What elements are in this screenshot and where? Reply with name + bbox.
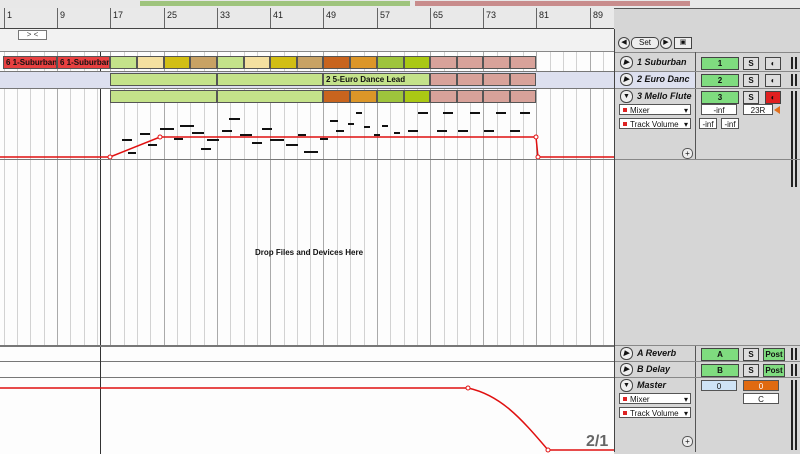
beat-time-ruler[interactable]: 1 9 17 25 33 41 49 57 65 73 81 89 [0,8,614,29]
return-activator-b[interactable]: B [701,364,739,377]
parameter-chooser[interactable]: Track Volume [619,118,691,130]
grip-icon[interactable] [795,74,797,86]
arm-icon[interactable]: ◐ [765,57,781,70]
track-activator-1[interactable]: 1 [701,57,739,70]
grip-icon[interactable] [795,364,797,376]
overview-red-region [415,1,690,6]
arm-icon[interactable]: ◐ [765,74,781,87]
ruler-label: 33 [220,10,231,20]
track-3-volume-automation[interactable] [0,52,614,345]
solo-button[interactable]: S [743,91,759,104]
ruler-label: 73 [486,10,497,20]
ruler-label: 89 [593,10,604,20]
loop-locator-bar[interactable] [0,29,614,52]
track-name: B Delay [637,364,671,374]
add-lane-icon[interactable]: + [682,436,693,447]
grip-icon[interactable] [795,57,797,69]
back-arrow-icon[interactable]: ◀ [618,37,630,49]
lock-icon[interactable]: ▣ [674,37,692,49]
grip-icon[interactable] [791,348,793,360]
return-activator-a[interactable]: A [701,348,739,361]
grip-icon[interactable] [791,380,793,450]
ruler-label: 9 [60,10,66,20]
return-master-lanes[interactable]: 2/1 [0,345,614,454]
post-button[interactable]: Post [763,364,785,377]
device-chooser[interactable]: Mixer [619,104,691,116]
return-header-a[interactable]: ▶ A Reverb [617,346,697,360]
grip-icon[interactable] [795,348,797,360]
device-chooser[interactable]: Mixer [619,393,691,405]
cue-volume-field[interactable]: 0 [743,380,779,391]
drop-zone-hint: Drop Files and Devices Here [255,248,364,257]
ruler-label: 57 [380,10,391,20]
ruler-label: 25 [167,10,178,20]
volume-field[interactable]: -inf [701,104,737,115]
ruler-label: 81 [539,10,550,20]
play-icon[interactable]: ▶ [620,73,633,86]
track-name: 3 Mello Flute [637,91,692,101]
track-name: Master [637,380,667,390]
arrangement-view[interactable]: 6 1-Suburban 6 1-Suburban 2 5-Euro Dance… [0,52,614,345]
solo-button[interactable]: S [743,364,759,377]
pan-indicator-icon [774,106,780,114]
grip-icon[interactable] [795,91,797,187]
solo-button[interactable]: S [743,57,759,70]
parameter-chooser[interactable]: Track Volume [619,407,691,419]
add-lane-icon[interactable]: + [682,148,693,159]
track-activator-2[interactable]: 2 [701,74,739,87]
post-button[interactable]: Post [763,348,785,361]
track-header-3[interactable]: ▼ 3 Mello Flute [617,89,697,103]
expand-icon[interactable]: ▼ [620,379,633,392]
master-volume-automation[interactable] [0,347,614,454]
set-locator-button[interactable]: Set [631,37,659,49]
master-pan-field[interactable]: C [743,393,779,404]
pan-field[interactable]: 23R [743,104,773,115]
play-icon[interactable]: ▶ [620,363,633,376]
ruler-label: 41 [273,10,284,20]
grip-icon[interactable] [791,91,793,187]
track-header-1[interactable]: ▶ 1 Suburban [617,55,697,69]
solo-button[interactable]: S [743,74,759,87]
ruler-label: 49 [326,10,337,20]
grip-icon[interactable] [791,57,793,69]
forward-arrow-icon[interactable]: ▶ [660,37,672,49]
page-indicator: 2/1 [586,433,609,450]
master-volume-field[interactable]: 0 [701,380,737,391]
loop-brace[interactable]: > < [18,30,47,40]
overview-green-region [140,1,410,6]
send-b-field[interactable]: -inf [721,118,739,129]
track-headers-panel: ◀ Set ▶ ▣ ▶ 1 Suburban 1 S ◐ ▶ 2 Euro Da… [614,29,800,452]
return-header-b[interactable]: ▶ B Delay [617,362,697,376]
grip-icon[interactable] [791,364,793,376]
play-icon[interactable]: ▶ [620,347,633,360]
ruler-label: 65 [433,10,444,20]
arm-icon[interactable]: ◐ [765,91,781,104]
grip-icon[interactable] [795,380,797,450]
send-a-field[interactable]: -inf [699,118,717,129]
track-name: 1 Suburban [637,57,687,67]
solo-button[interactable]: S [743,348,759,361]
track-header-2[interactable]: ▶ 2 Euro Danc [617,72,697,86]
grip-icon[interactable] [791,74,793,86]
play-icon[interactable]: ▶ [620,56,633,69]
master-header[interactable]: ▼ Master [617,378,697,392]
ruler-label: 1 [7,10,13,20]
track-name: 2 Euro Danc [637,74,690,84]
track-activator-3[interactable]: 3 [701,91,739,104]
track-name: A Reverb [637,348,677,358]
expand-icon[interactable]: ▼ [620,90,633,103]
ruler-label: 17 [113,10,124,20]
